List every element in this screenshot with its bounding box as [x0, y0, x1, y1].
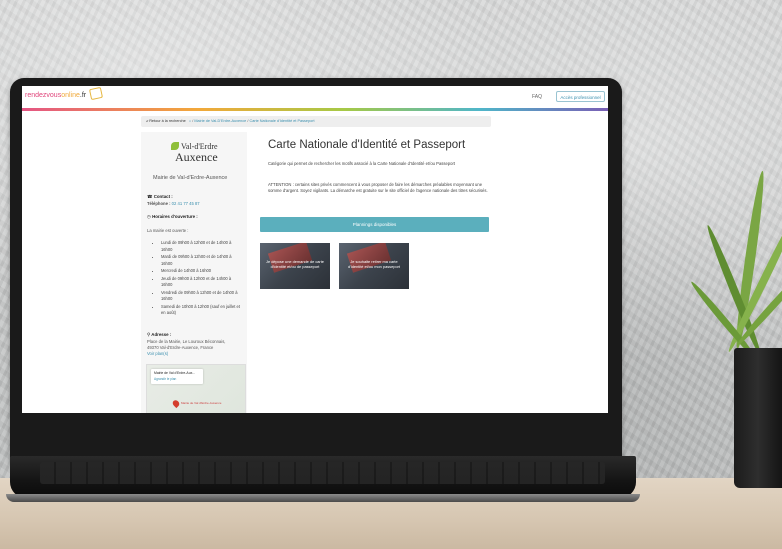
- address-label: ⚲ Adresse :: [147, 332, 172, 337]
- phone-link[interactable]: 02 41 77 45 87: [172, 201, 200, 206]
- view-map-link[interactable]: Voir plan(s): [147, 351, 168, 356]
- calendar-icon: [88, 86, 104, 101]
- mairie-info-card: Val-d'Erdre Auxence Mairie de Val-d'Erdr…: [141, 132, 247, 413]
- warning-text: ATTENTION : certains sites privés commen…: [268, 182, 488, 194]
- flower-icon: [171, 142, 179, 150]
- color-stripe: [22, 108, 608, 111]
- laptop-base-edge: [6, 494, 640, 502]
- map-info-box: Mairie de Val d'Erdre-Aux... Agrandir le…: [151, 369, 203, 384]
- faq-link[interactable]: FAQ: [532, 94, 542, 100]
- site-header: rendezvousonline.fr FAQ Accès profession…: [22, 86, 608, 109]
- address-line2: 49370 Val-d'Erdre-Auxence, France: [147, 345, 214, 350]
- hours-list: Lundi de 09h00 à 12h00 et de 14h00 à 16h…: [155, 240, 241, 318]
- map-widget[interactable]: Mairie de Val d'Erdre-Aux... Agrandir le…: [146, 364, 246, 413]
- laptop-keyboard: [40, 462, 605, 484]
- back-to-search-link[interactable]: ⤶ Retour à la recherche: [146, 119, 186, 123]
- contact-label: ☎ Contact :: [147, 194, 173, 199]
- plannings-button[interactable]: Plannings disponibles: [260, 217, 489, 232]
- hours-intro: La mairie est ouverte :: [147, 228, 189, 233]
- list-item: Samedi de 10h00 à 12h00 (sauf en juillet…: [161, 304, 241, 317]
- breadcrumb: ⤶ Retour à la recherche ⌂ / Mairie de Va…: [141, 116, 491, 127]
- tile-collect-document[interactable]: Je souhaite retirer ma carte d'identité …: [339, 243, 409, 289]
- laptop-screen: rendezvousonline.fr FAQ Accès profession…: [22, 86, 608, 413]
- home-icon[interactable]: ⌂: [189, 119, 191, 123]
- list-item: Lundi de 09h00 à 12h00 et de 14h00 à 16h…: [161, 240, 241, 253]
- list-item: Vendredi de 09h00 à 12h00 et de 14h00 à …: [161, 290, 241, 303]
- list-item: Mercredi de 14h00 à 16h00: [161, 268, 241, 275]
- site-logo[interactable]: rendezvousonline.fr: [25, 92, 86, 99]
- tile-deposit-request[interactable]: Je dépose une demande de carte d'identit…: [260, 243, 330, 289]
- breadcrumb-category: Carte Nationale d'Identité et Passeport: [249, 119, 315, 123]
- mairie-name: Mairie de Val-d'Erdre-Auxence: [153, 175, 228, 181]
- list-item: Mardi de 09h00 à 12h00 et de 14h00 à 16h…: [161, 254, 241, 267]
- pro-access-button[interactable]: Accès professionnel: [556, 91, 605, 102]
- phone-line: Téléphone : 02 41 77 45 87: [147, 201, 200, 206]
- category-description: Catégorie qui permet de rechercher les m…: [268, 161, 456, 166]
- enlarge-map-link[interactable]: Agrandir le plan: [154, 377, 176, 381]
- map-pin-icon[interactable]: [171, 398, 181, 409]
- hours-label: ◷ Horaires d'ouverture :: [147, 214, 198, 219]
- address-line1: Place de la Mairie, Le Louroux Béconnais…: [147, 339, 226, 344]
- page-title: Carte Nationale d'Identité et Passeport: [268, 139, 466, 151]
- municipality-logo: Val-d'Erdre Auxence: [171, 142, 231, 164]
- list-item: Jeudi de 09h00 à 12h00 et de 14h00 à 16h…: [161, 276, 241, 289]
- plant-pot: [734, 348, 782, 488]
- breadcrumb-mairie[interactable]: Mairie de Val-D'Erdre-Auxence: [194, 119, 246, 123]
